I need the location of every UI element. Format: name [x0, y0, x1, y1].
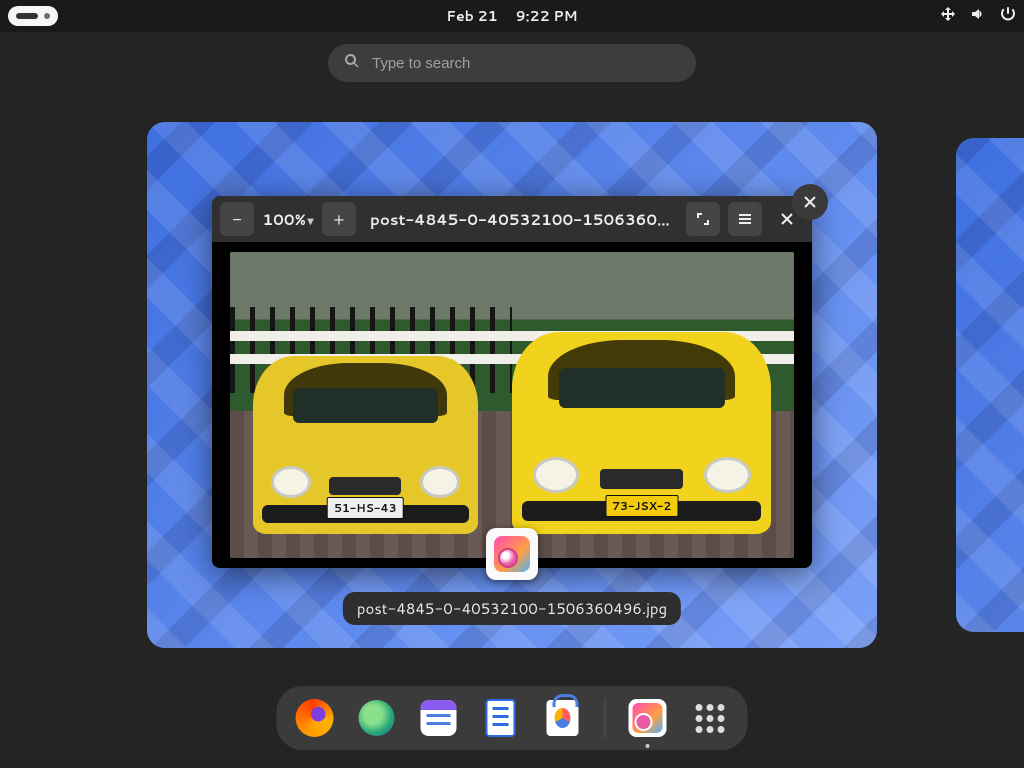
workspace-indicator-active [16, 13, 38, 19]
dock-app-calendar[interactable] [419, 698, 459, 738]
photo-car-right: 73-JSX-2 [512, 332, 771, 534]
top-bar: Feb 21 9:22 PM [0, 0, 1024, 32]
clock[interactable]: Feb 21 9:22 PM [446, 6, 577, 26]
workspace-indicator [44, 13, 50, 19]
window-title: post-4845-0-40532100-1506360496.... [364, 209, 678, 230]
calendar-icon [421, 700, 457, 736]
photo-content: 51-HS-43 73-JSX-2 [230, 252, 794, 558]
wallpaper [956, 138, 1024, 632]
fullscreen-button[interactable] [686, 202, 720, 236]
network-icon [940, 5, 956, 28]
search-icon [344, 52, 360, 75]
globe-icon [359, 700, 395, 736]
search-input[interactable] [372, 55, 680, 72]
license-plate-left: 51-HS-43 [327, 497, 404, 519]
zoom-in-button[interactable]: + [322, 202, 356, 236]
window-caption: post-4845-0-40532100-1506360496.jpg [343, 592, 681, 625]
image-canvas[interactable]: 51-HS-43 73-JSX-2 [212, 242, 812, 568]
todo-icon [486, 699, 516, 737]
firefox-icon [296, 699, 334, 737]
zoom-level[interactable]: 100%▾ [262, 209, 314, 230]
window-image-viewer[interactable]: − 100%▾ + post-4845-0-40532100-150636049… [212, 196, 812, 568]
apps-grid-icon [695, 704, 724, 733]
dock-separator [605, 698, 606, 738]
dock-app-software[interactable] [543, 698, 583, 738]
show-apps-button[interactable] [690, 698, 730, 738]
image-viewer-icon [494, 536, 530, 572]
menu-button[interactable] [728, 202, 762, 236]
photo-car-left: 51-HS-43 [253, 356, 479, 533]
license-plate-right: 73-JSX-2 [605, 495, 678, 517]
zoom-out-button[interactable]: − [220, 202, 254, 236]
power-icon [1000, 5, 1016, 28]
workspace-thumbnail-next[interactable] [956, 138, 1024, 632]
clock-date: Feb 21 [446, 6, 497, 26]
window-app-icon [486, 528, 538, 580]
overview-close-window-button[interactable] [792, 184, 828, 220]
running-indicator [646, 744, 650, 748]
volume-icon [970, 5, 986, 28]
dock-app-firefox[interactable] [295, 698, 335, 738]
image-viewer-icon [629, 699, 667, 737]
window-headerbar: − 100%▾ + post-4845-0-40532100-150636049… [212, 196, 812, 242]
dash [277, 686, 748, 750]
dock-app-web[interactable] [357, 698, 397, 738]
workspace-thumbnail[interactable]: − 100%▾ + post-4845-0-40532100-150636049… [147, 122, 877, 648]
software-icon [547, 700, 579, 736]
chevron-down-icon: ▾ [308, 212, 314, 229]
overview-search[interactable] [328, 44, 696, 82]
status-area[interactable] [940, 0, 1016, 32]
activities-button[interactable] [8, 6, 58, 26]
dock-app-image-viewer[interactable] [628, 698, 668, 738]
dock-app-todo[interactable] [481, 698, 521, 738]
clock-time: 9:22 PM [516, 6, 578, 26]
